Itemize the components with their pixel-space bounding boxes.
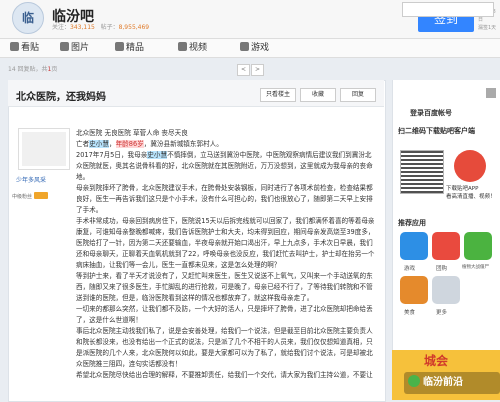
post-paragraph: 希望北众医院尽快给出合理的解释，不要推卸责任，给我们一个交代，请大家为我们主持公… [76,371,373,378]
game-icon [240,42,249,51]
nav-tab-posts[interactable]: 看贴 [10,41,39,55]
wechat-icon [408,375,420,387]
post-paragraph: 北众医院 无良医院 草菅人命 丧尽天良 [76,129,188,137]
only-owner-button[interactable]: 只看楼主 [260,88,296,102]
recommended-apps-title: 推荐应用 [398,219,426,227]
author-name[interactable]: 少年多风采 [16,175,46,184]
picture-icon [60,42,69,51]
post-paragraph: 亡者史小慧，年龄86岁，冀汾县新城镇东郭村人。 [76,140,223,148]
app-pvz-icon[interactable] [464,232,492,260]
app-groupbuy-icon[interactable] [432,232,460,260]
app-food-icon[interactable] [400,276,428,304]
nav-search-box[interactable] [402,2,494,17]
signin-sub: 漏签1天 [478,25,497,31]
post-paragraph: 等到护士来，看了半天才说没有了，又赶忙叫来医生，医生又说送不上氧气，又叫来一个手… [76,272,373,302]
scroll-up-icon[interactable] [486,88,496,98]
post-paragraph: 母亲到院摔坏了胯骨，北众医院建议手术，在胯骨处安装钢板，同时进行了各项术前检查，… [76,184,373,214]
post-paragraph: 事后北众医院主动找我们私了，说是会安善处理，给我们一个说法，但是截至目前北众医院… [76,327,373,368]
pager-prev[interactable]: < [237,64,250,76]
reply-button[interactable]: 回复 [340,88,376,102]
app-label: 更多 [436,310,448,316]
nav-tab-games[interactable]: 游戏 [240,41,269,55]
post-paragraph: 一切来的都那么突然，让我们都不及防，一个大好的活人，只是摔坏了胯骨，进了北众医院… [76,305,373,324]
name-highlight: 史小慧 [89,140,109,148]
age-highlight: 年龄86岁 [115,140,144,148]
login-link[interactable]: 登录百度帐号 [410,108,452,118]
reply-summary: 14 回复贴，共1页 [8,66,58,73]
members-count: 343,115 [70,24,95,31]
bar-stats: 关注：343,115 帖子：8,955,469 [52,22,149,31]
promo-text: 城会 [424,354,449,368]
name-highlight: 史小慧 [147,151,168,159]
app-label: 美食 [404,310,416,316]
star-icon [115,42,124,51]
qr-title: 扫二维码下载贴吧客户端 [398,127,475,135]
app-more-icon[interactable] [432,276,460,304]
app-label: 植物大战僵尸 [462,265,489,270]
post-paragraph: 手术非常成功，母亲回到病房住下，医院说15天以后拆完线就可以回家了，我们都满怀着… [76,217,375,269]
level-badge-icon [34,192,49,199]
watermark: 临汾前沿 [404,372,500,394]
bar-logo[interactable]: 临 [12,2,44,34]
author-level: 中级粉丝 [12,192,49,200]
nav-tab-pictures[interactable]: 图片 [60,41,89,55]
app-badge-icon [454,150,486,182]
posts-count: 8,955,469 [118,24,150,31]
posts-label: 帖子： [100,24,119,31]
nav-tab-video[interactable]: 视频 [178,41,207,55]
app-label: 团购 [436,266,448,272]
post-icon [10,42,19,51]
qr-text1: 下载贴吧APP [446,186,479,192]
app-label: 游戏 [404,266,416,272]
avatar-image [22,132,66,166]
members-label: 关注： [52,24,71,31]
avatar[interactable] [18,128,70,170]
qr-text2: 看高清直播、视频！ [446,194,496,200]
nav-tab-featured[interactable]: 精品 [115,41,144,55]
video-icon [178,42,187,51]
pager: < > [236,62,264,78]
post-paragraph: 2017年7月5日，我母亲史小慧不慎摔倒，立马送到冀汾中医院，中医院观察病情后建… [76,151,373,181]
app-games-icon[interactable] [400,232,428,260]
thread-title: 北众医院，还我妈妈 [16,92,106,103]
post-content: 北众医院 无良医院 草菅人命 丧尽天良 亡者史小慧，年龄86岁，冀汾县新城镇东郭… [76,128,376,378]
collect-button[interactable]: 收藏 [300,88,336,102]
pager-next[interactable]: > [251,64,264,76]
qr-code [400,150,444,194]
